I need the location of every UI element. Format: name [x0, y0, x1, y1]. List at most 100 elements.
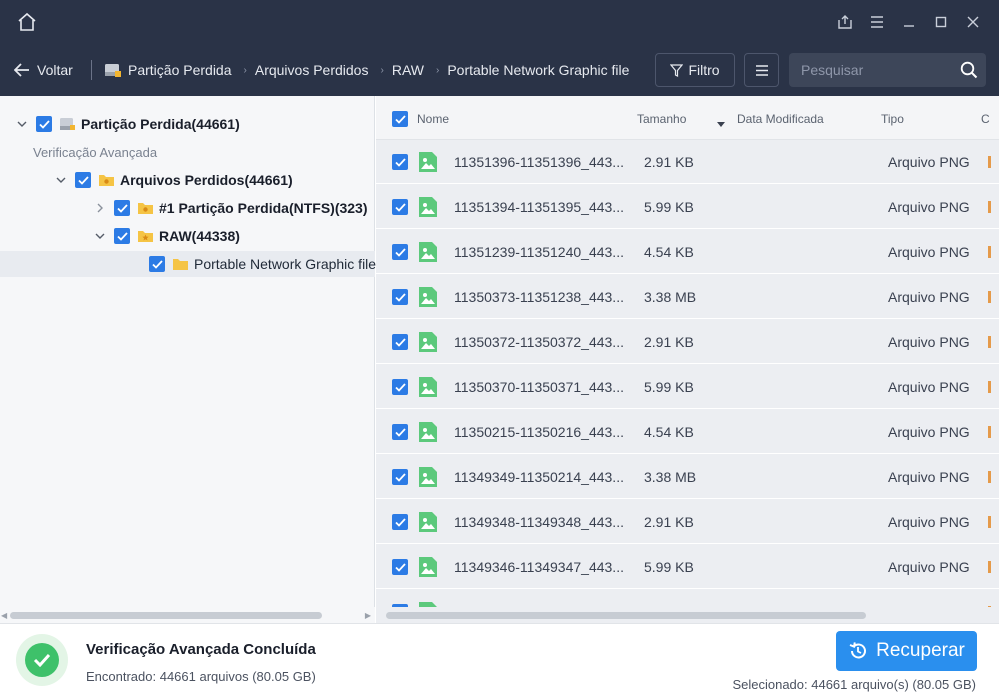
back-button[interactable]: Voltar	[14, 59, 73, 81]
image-file-icon	[419, 197, 437, 217]
scroll-right-icon[interactable]: ▶	[365, 611, 371, 620]
chevron-down-icon[interactable]	[16, 118, 28, 130]
checkbox[interactable]	[392, 424, 408, 440]
checkbox[interactable]	[392, 154, 408, 170]
table-row[interactable]: 11350370-11350371_443... 5.99 KB Arquivo P…	[376, 365, 999, 409]
checkbox[interactable]	[114, 228, 130, 244]
breadcrumb-item-lost-files[interactable]: Arquivos Perdidos	[255, 62, 369, 78]
maximize-icon[interactable]	[925, 12, 957, 32]
image-file-icon	[419, 512, 437, 532]
image-file-icon	[419, 242, 437, 262]
home-icon[interactable]	[15, 11, 39, 33]
file-size: 3.38 MB	[644, 289, 697, 305]
search-input[interactable]	[789, 53, 949, 87]
tree-item-png[interactable]: Portable Network Graphic file...	[0, 251, 388, 277]
tree-item-partition-ntfs[interactable]: #1 Partição Perdida(NTFS)(323)	[0, 195, 375, 221]
image-file-icon	[419, 467, 437, 487]
checkbox[interactable]	[392, 379, 408, 395]
scrollbar-thumb[interactable]	[10, 612, 322, 619]
image-file-icon	[419, 557, 437, 577]
file-type: Arquivo PNG	[888, 559, 970, 575]
file-size: 4.54 KB	[644, 244, 694, 260]
file-type: Arquivo PNG	[888, 244, 970, 260]
breadcrumb-item-png[interactable]: Portable Network Graphic file	[447, 62, 629, 78]
list-horizontal-scrollbar[interactable]	[376, 607, 999, 623]
file-name: 11349349-11350214_443...	[454, 469, 624, 485]
chevron-right-icon: ›	[380, 64, 384, 76]
checkbox[interactable]	[392, 514, 408, 530]
status-footer: Verificação Avançada Concluída Encontrad…	[0, 623, 999, 699]
file-size: 3.38 MB	[644, 469, 697, 485]
back-label: Voltar	[37, 62, 73, 78]
table-row[interactable]: 11350215-11350216_443... 4.54 KB Arquivo P…	[376, 410, 999, 454]
column-overflow-marker	[988, 516, 991, 528]
column-name[interactable]: Nome	[417, 112, 449, 126]
filter-button[interactable]: Filtro	[655, 53, 735, 87]
table-row[interactable]: 11349348-11349348_443... 2.91 KB Arquivo P…	[376, 500, 999, 544]
column-overflow-marker	[988, 246, 991, 258]
scroll-left-icon[interactable]: ◀	[1, 611, 7, 620]
view-menu-button[interactable]	[744, 53, 779, 87]
checkbox[interactable]	[392, 559, 408, 575]
file-size: 5.99 KB	[644, 559, 694, 575]
sort-desc-icon[interactable]	[717, 116, 725, 130]
checkbox[interactable]	[149, 256, 165, 272]
recover-label: Recuperar	[876, 640, 965, 661]
close-icon[interactable]	[957, 12, 989, 32]
file-size: 2.91 KB	[644, 334, 694, 350]
table-row[interactable]: 11349349-11350214_443... 3.38 MB Arquivo P…	[376, 455, 999, 499]
table-row[interactable]: 11351396-11351396_443... 2.91 KB Arquivo P…	[376, 140, 999, 184]
breadcrumb-item-raw[interactable]: RAW	[392, 62, 424, 78]
status-title: Verificação Avançada Concluída	[86, 641, 316, 658]
image-file-icon	[419, 377, 437, 397]
checkbox[interactable]	[392, 334, 408, 350]
selection-summary: Selecionado: 44661 arquivo(s) (80.05 GB)	[732, 677, 976, 692]
column-extra[interactable]: C	[981, 112, 990, 126]
column-overflow-marker	[988, 381, 991, 393]
table-row[interactable]: 11351394-11351395_443... 5.99 KB Arquivo P…	[376, 185, 999, 229]
table-row[interactable]: 11350372-11350372_443... 2.91 KB Arquivo P…	[376, 320, 999, 364]
table-row[interactable]: 11349346-11349347_443... 5.99 KB Arquivo P…	[376, 545, 999, 589]
share-icon[interactable]	[829, 12, 861, 32]
column-modified[interactable]: Data Modificada	[737, 112, 824, 126]
checkbox[interactable]	[75, 172, 91, 188]
tree-label: Portable Network Graphic file...	[194, 256, 388, 272]
chevron-right-icon[interactable]	[94, 202, 106, 214]
search-icon[interactable]	[960, 61, 978, 79]
file-list: Nome Tamanho Data Modificada Tipo C 1135…	[376, 96, 999, 623]
nav-bar: Voltar Partição Perdida › Arquivos Perdi…	[0, 44, 999, 96]
tree-item-lost-partition[interactable]: Partição Perdida(44661)	[0, 111, 375, 137]
minimize-icon[interactable]	[893, 12, 925, 32]
title-bar	[0, 0, 999, 44]
checkbox[interactable]	[392, 244, 408, 260]
tree-item-raw[interactable]: RAW(44338)	[0, 223, 375, 249]
checkbox[interactable]	[392, 199, 408, 215]
tree-item-lost-files[interactable]: Arquivos Perdidos(44661)	[0, 167, 375, 193]
checkbox[interactable]	[36, 116, 52, 132]
scrollbar-thumb[interactable]	[386, 612, 866, 619]
table-row[interactable]: 11350373-11351238_443... 3.38 MB Arquivo P…	[376, 275, 999, 319]
column-type[interactable]: Tipo	[881, 112, 904, 126]
table-header: Nome Tamanho Data Modificada Tipo C	[376, 96, 999, 140]
filter-icon	[670, 63, 684, 77]
checkbox[interactable]	[392, 469, 408, 485]
file-size: 4.54 KB	[644, 424, 694, 440]
file-type: Arquivo PNG	[888, 199, 970, 215]
file-type: Arquivo PNG	[888, 469, 970, 485]
file-size: 2.91 KB	[644, 154, 694, 170]
checkbox[interactable]	[114, 200, 130, 216]
folder-icon	[138, 203, 153, 214]
recover-button[interactable]: Recuperar	[836, 631, 977, 671]
breadcrumb-item-lost-partition[interactable]: Partição Perdida	[104, 62, 232, 78]
chevron-down-icon[interactable]	[55, 174, 67, 186]
chevron-down-icon[interactable]	[94, 230, 106, 242]
drive-icon	[60, 118, 75, 130]
column-size[interactable]: Tamanho	[637, 112, 686, 126]
file-name: 11351396-11351396_443...	[454, 154, 624, 170]
hamburger-icon[interactable]	[861, 12, 893, 32]
tree-horizontal-scrollbar[interactable]: ◀ ▶	[0, 607, 375, 623]
table-row[interactable]: 11351239-11351240_443... 4.54 KB Arquivo P…	[376, 230, 999, 274]
select-all-checkbox[interactable]	[392, 111, 408, 127]
checkbox[interactable]	[392, 289, 408, 305]
tree-label: #1 Partição Perdida(NTFS)(323)	[159, 200, 368, 216]
